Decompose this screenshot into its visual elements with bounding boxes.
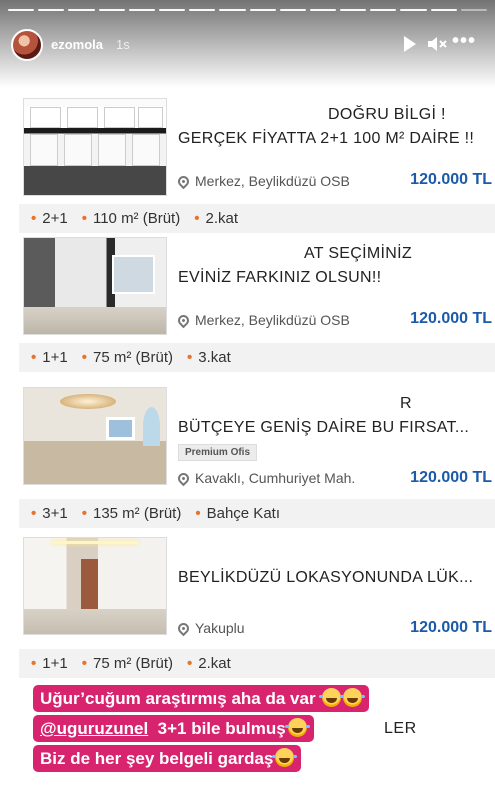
progress-segment (68, 9, 95, 11)
listing-price: 120.000 TL (410, 469, 492, 486)
attr-floor: 2.kat (187, 655, 231, 672)
laughing-crying-emoji-icon (319, 688, 345, 707)
play-icon[interactable] (404, 36, 416, 52)
partial-listing-title: LER (384, 720, 417, 737)
title-line2: GERÇEK FİYATTA 2+1 100 M² DAİRE !! (178, 130, 475, 147)
post-time: 1s (116, 37, 130, 52)
progress-segment (38, 9, 65, 11)
progress-segment (128, 9, 155, 11)
laughing-crying-emoji-icon (272, 748, 298, 767)
listing-attributes: 1+1 75 m² (Brüt) 2.kat (19, 649, 495, 678)
listing-title[interactable]: BEYLİKDÜZÜ LOKASYONUNDA LÜK... (178, 542, 495, 590)
listing-price: 120.000 TL (410, 619, 492, 636)
listing-title[interactable]: DOĞRU BİLGİ ! GERÇEK FİYATTA 2+1 100 M² … (178, 103, 495, 151)
attr-floor: Bahçe Katı (195, 505, 280, 522)
progress-segment (98, 9, 125, 11)
avatar[interactable] (11, 29, 43, 61)
progress-segment (8, 9, 35, 11)
username[interactable]: ezomola (51, 37, 103, 52)
listing-photo (23, 98, 167, 196)
listing-attributes: 3+1 135 m² (Brüt) Bahçe Katı (19, 499, 495, 528)
listing-body[interactable]: DOĞRU BİLGİ ! GERÇEK FİYATTA 2+1 100 M² … (19, 95, 495, 204)
progress-segment (219, 9, 246, 11)
listing-location: Merkez, Beylikdüzü OSB (175, 312, 350, 328)
listing-title[interactable]: AT SEÇİMİNİZ EVİNİZ FARKINIZ OLSUN!! (178, 242, 495, 290)
location-pin-icon (175, 173, 192, 189)
listing-photo (23, 537, 167, 635)
listing-location: Yakuplu (175, 620, 245, 636)
laughing-crying-emoji-icon (284, 718, 310, 737)
listing-location: Kavaklı, Cumhuriyet Mah. (175, 470, 355, 486)
laughing-crying-emoji-icon (340, 688, 366, 707)
title-line2: BÜTÇEYE GENİŞ DAİRE BU FIRSAT... (178, 419, 470, 436)
more-options-icon[interactable]: ••• (452, 30, 476, 53)
caption-line-2: @uguruzunel 3+1 bile bulmuş (33, 715, 314, 742)
location-pin-icon (175, 470, 192, 486)
listing-body[interactable]: R BÜTÇEYE GENİŞ DAİRE BU FIRSAT... Premi… (19, 384, 495, 493)
story-header: ezomola 1s ••• (0, 0, 495, 88)
attr-area: 135 m² (Brüt) (82, 505, 181, 522)
caption-line-3: Biz de her şey belgeli gardaş (33, 745, 302, 772)
attr-area: 75 m² (Brüt) (82, 655, 173, 672)
title-line1: R (400, 395, 412, 412)
location-pin-icon (175, 312, 192, 328)
mention-link[interactable]: @uguruzunel (40, 719, 148, 738)
attr-floor: 3.kat (187, 349, 231, 366)
story-progress-bar (8, 9, 487, 11)
progress-segment (158, 9, 186, 11)
progress-segment (430, 9, 457, 11)
attr-rooms: 2+1 (31, 210, 67, 227)
progress-segment (340, 9, 367, 11)
progress-segment (249, 9, 276, 11)
caption-line-1: Uğur’cuğum araştırmış aha da var (33, 685, 370, 712)
listing-price: 120.000 TL (410, 310, 492, 327)
story-frame: DOĞRU BİLGİ ! GERÇEK FİYATTA 2+1 100 M² … (0, 0, 495, 786)
attr-rooms: 3+1 (31, 505, 67, 522)
attr-rooms: 1+1 (31, 349, 67, 366)
progress-segment (279, 9, 306, 11)
title-line2: BEYLİKDÜZÜ LOKASYONUNDA LÜK... (178, 569, 474, 586)
listing-title[interactable]: R BÜTÇEYE GENİŞ DAİRE BU FIRSAT... (178, 392, 495, 440)
progress-segment (370, 9, 397, 11)
premium-badge: Premium Ofis (178, 444, 258, 461)
listing-photo (23, 237, 167, 335)
listing-location: Merkez, Beylikdüzü OSB (175, 173, 350, 189)
listing-body[interactable]: AT SEÇİMİNİZ EVİNİZ FARKINIZ OLSUN!! Mer… (19, 234, 495, 343)
progress-segment (400, 9, 427, 11)
title-line1: AT SEÇİMİNİZ (304, 245, 412, 262)
progress-segment (189, 9, 216, 11)
listing-attributes: 2+1 110 m² (Brüt) 2.kat (19, 204, 495, 233)
title-line2: EVİNİZ FARKINIZ OLSUN!! (178, 269, 382, 286)
attr-floor: 2.kat (194, 210, 239, 227)
listing-body[interactable]: BEYLİKDÜZÜ LOKASYONUNDA LÜK... Yakuplu 1… (19, 534, 495, 643)
progress-segment (460, 9, 487, 11)
listing-attributes: 1+1 75 m² (Brüt) 3.kat (19, 343, 495, 372)
progress-segment (309, 9, 337, 11)
location-pin-icon (175, 620, 192, 636)
title-line1: DOĞRU BİLGİ ! (328, 106, 446, 123)
attr-area: 75 m² (Brüt) (82, 349, 173, 366)
mute-icon[interactable] (427, 35, 449, 53)
attr-area: 110 m² (Brüt) (82, 210, 180, 227)
listing-price: 120.000 TL (410, 171, 492, 188)
attr-rooms: 1+1 (31, 655, 67, 672)
listing-photo (23, 387, 167, 485)
